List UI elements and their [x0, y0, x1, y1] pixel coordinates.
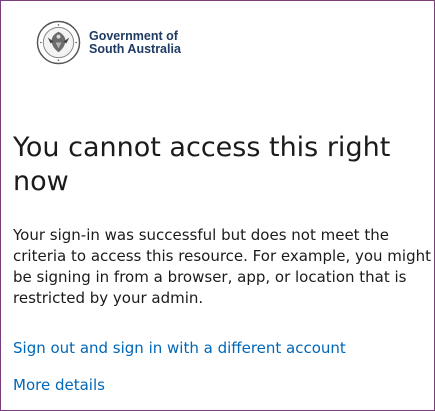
brand-line-1: Government of — [89, 28, 178, 43]
government-logo: Government of South Australia — [36, 20, 181, 65]
government-name: Government of South Australia — [89, 28, 181, 56]
more-details-link[interactable]: More details — [13, 375, 105, 396]
error-message: Your sign-in was successful but does not… — [13, 226, 432, 307]
brand-line-2: South Australia — [89, 41, 181, 56]
sign-out-link[interactable]: Sign out and sign in with a different ac… — [13, 338, 346, 359]
error-page: Government of South Australia You cannot… — [0, 0, 435, 411]
sa-government-crest-icon — [36, 20, 81, 65]
page-title: You cannot access this right now — [13, 132, 391, 197]
